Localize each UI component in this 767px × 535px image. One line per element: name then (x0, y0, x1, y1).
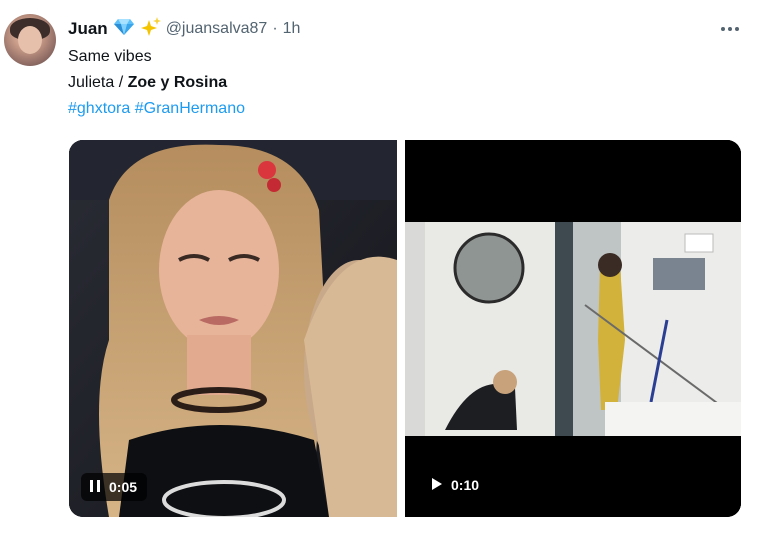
video-right[interactable]: 0:10 (405, 140, 741, 517)
text-julieta: Julieta / (68, 74, 128, 91)
avatar-face (18, 26, 42, 54)
video-right-frame (405, 140, 741, 517)
tweet-text-line-2: Julieta / Zoe y Rosina (68, 74, 227, 92)
separator-dot: · (272, 20, 278, 37)
more-icon[interactable] (716, 19, 744, 39)
display-name[interactable]: Juan (68, 19, 108, 39)
gem-icon (113, 18, 134, 41)
video-left-time: 0:05 (109, 479, 138, 495)
tweet-header: Juan @juansalva87 · 1h (68, 16, 301, 42)
tweet: Juan @juansalva87 · 1h Same vibes Juliet… (0, 0, 767, 535)
video-left-frame (69, 140, 397, 517)
avatar[interactable] (4, 14, 56, 66)
sparkles-icon (140, 16, 161, 42)
pause-control[interactable]: 0:05 (81, 473, 148, 501)
hashtag-line: #ghxtora #GranHermano (68, 100, 245, 118)
pause-icon (89, 479, 101, 496)
video-left[interactable]: 0:05 (69, 140, 397, 517)
user-handle[interactable]: @juansalva87 (166, 20, 268, 38)
hashtag-ghxtora[interactable]: #ghxtora (68, 100, 130, 117)
play-icon (431, 477, 443, 494)
media-divider (397, 140, 405, 517)
text-zoe-y-rosina: Zoe y Rosina (127, 74, 228, 91)
media-grid: 0:05 0:10 (69, 140, 741, 517)
tweet-text-line-1: Same vibes (68, 48, 152, 65)
video-right-time: 0:10 (451, 477, 480, 493)
play-control[interactable]: 0:10 (423, 471, 489, 499)
tweet-time[interactable]: 1h (283, 20, 301, 38)
hashtag-granhermano[interactable]: #GranHermano (135, 100, 245, 117)
